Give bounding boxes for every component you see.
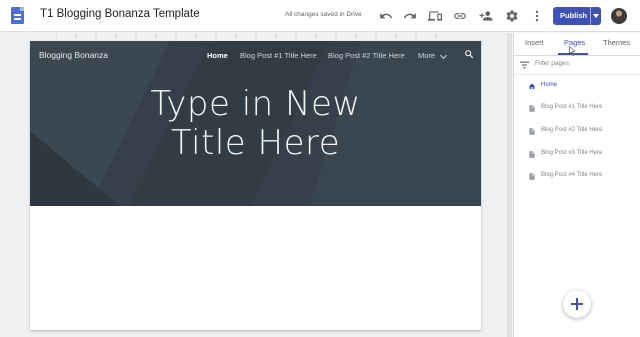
- undo-icon[interactable]: [379, 9, 393, 23]
- hero-title-line-1: Type in New: [150, 84, 361, 124]
- page-item-label: Blog Post #4 Title Here: [541, 172, 603, 178]
- top-bar: T1 Blogging Bonanza Template All changes…: [0, 0, 640, 32]
- mouse-cursor-icon: [569, 46, 576, 56]
- nav-more[interactable]: More: [418, 51, 435, 60]
- page-icon: [529, 151, 535, 158]
- filter-pages-input[interactable]: Filter pages: [535, 60, 569, 67]
- page-icon: [529, 105, 535, 112]
- page-item-blog-post-1[interactable]: Blog Post #1 Title Here: [514, 102, 640, 116]
- page-item-label: Home: [541, 82, 558, 88]
- filter-icon: [520, 61, 529, 69]
- page-item-label: Blog Post #2 Title Here: [541, 127, 603, 133]
- google-sites-logo-icon[interactable]: [11, 7, 24, 24]
- document-title[interactable]: T1 Blogging Bonanza Template: [40, 8, 200, 20]
- hero-header[interactable]: Blogging Bonanza Home Blog Post #1 Title…: [30, 41, 481, 206]
- page-item-label: Blog Post #1 Title Here: [541, 104, 603, 110]
- side-panel: Insert Pages Themes Filter pages Home Bl…: [513, 33, 640, 337]
- page-icon: [529, 173, 535, 180]
- search-icon[interactable]: [464, 49, 474, 59]
- settings-icon[interactable]: [505, 9, 519, 23]
- home-icon: [528, 83, 536, 90]
- avatar[interactable]: [611, 8, 627, 24]
- publish-label: Publish: [560, 11, 588, 20]
- more-vert-icon[interactable]: [530, 9, 544, 23]
- nav-home[interactable]: Home: [207, 51, 228, 60]
- publish-dropdown-icon[interactable]: [593, 14, 599, 18]
- site-page: Blogging Bonanza Home Blog Post #1 Title…: [30, 41, 481, 330]
- publish-button[interactable]: Publish: [553, 7, 601, 25]
- add-page-button[interactable]: [563, 290, 591, 318]
- canvas-ruler: [56, 33, 437, 39]
- share-icon[interactable]: [479, 9, 493, 23]
- redo-icon[interactable]: [403, 9, 417, 23]
- editor-canvas: Blogging Bonanza Home Blog Post #1 Title…: [0, 33, 512, 337]
- nav-blog-post-2[interactable]: Blog Post #2 Title Here: [328, 51, 405, 60]
- publish-divider: [590, 7, 591, 25]
- page-item-blog-post-4[interactable]: Blog Post #4 Title Here: [514, 170, 640, 184]
- site-name[interactable]: Blogging Bonanza: [39, 50, 108, 60]
- nav-blog-post-1[interactable]: Blog Post #1 Title Here: [240, 51, 317, 60]
- link-icon[interactable]: [453, 9, 467, 23]
- hero-title-line-2: Title Here: [170, 123, 341, 163]
- page-item-blog-post-3[interactable]: Blog Post #3 Title Here: [514, 148, 640, 162]
- tab-insert[interactable]: Insert: [525, 38, 544, 47]
- preview-icon[interactable]: [428, 9, 442, 23]
- save-status: All changes saved in Drive: [285, 11, 362, 18]
- hero-title[interactable]: Type in New Title Here: [30, 85, 481, 163]
- page-icon: [529, 128, 535, 135]
- page-item-home[interactable]: Home: [514, 80, 640, 94]
- canvas-scrollbar[interactable]: [507, 33, 512, 337]
- page-item-blog-post-2[interactable]: Blog Post #2 Title Here: [514, 125, 640, 139]
- tab-themes[interactable]: Themes: [603, 38, 630, 47]
- page-item-label: Blog Post #3 Title Here: [541, 150, 603, 156]
- filter-divider: [514, 74, 640, 75]
- tabs-divider: [514, 55, 640, 56]
